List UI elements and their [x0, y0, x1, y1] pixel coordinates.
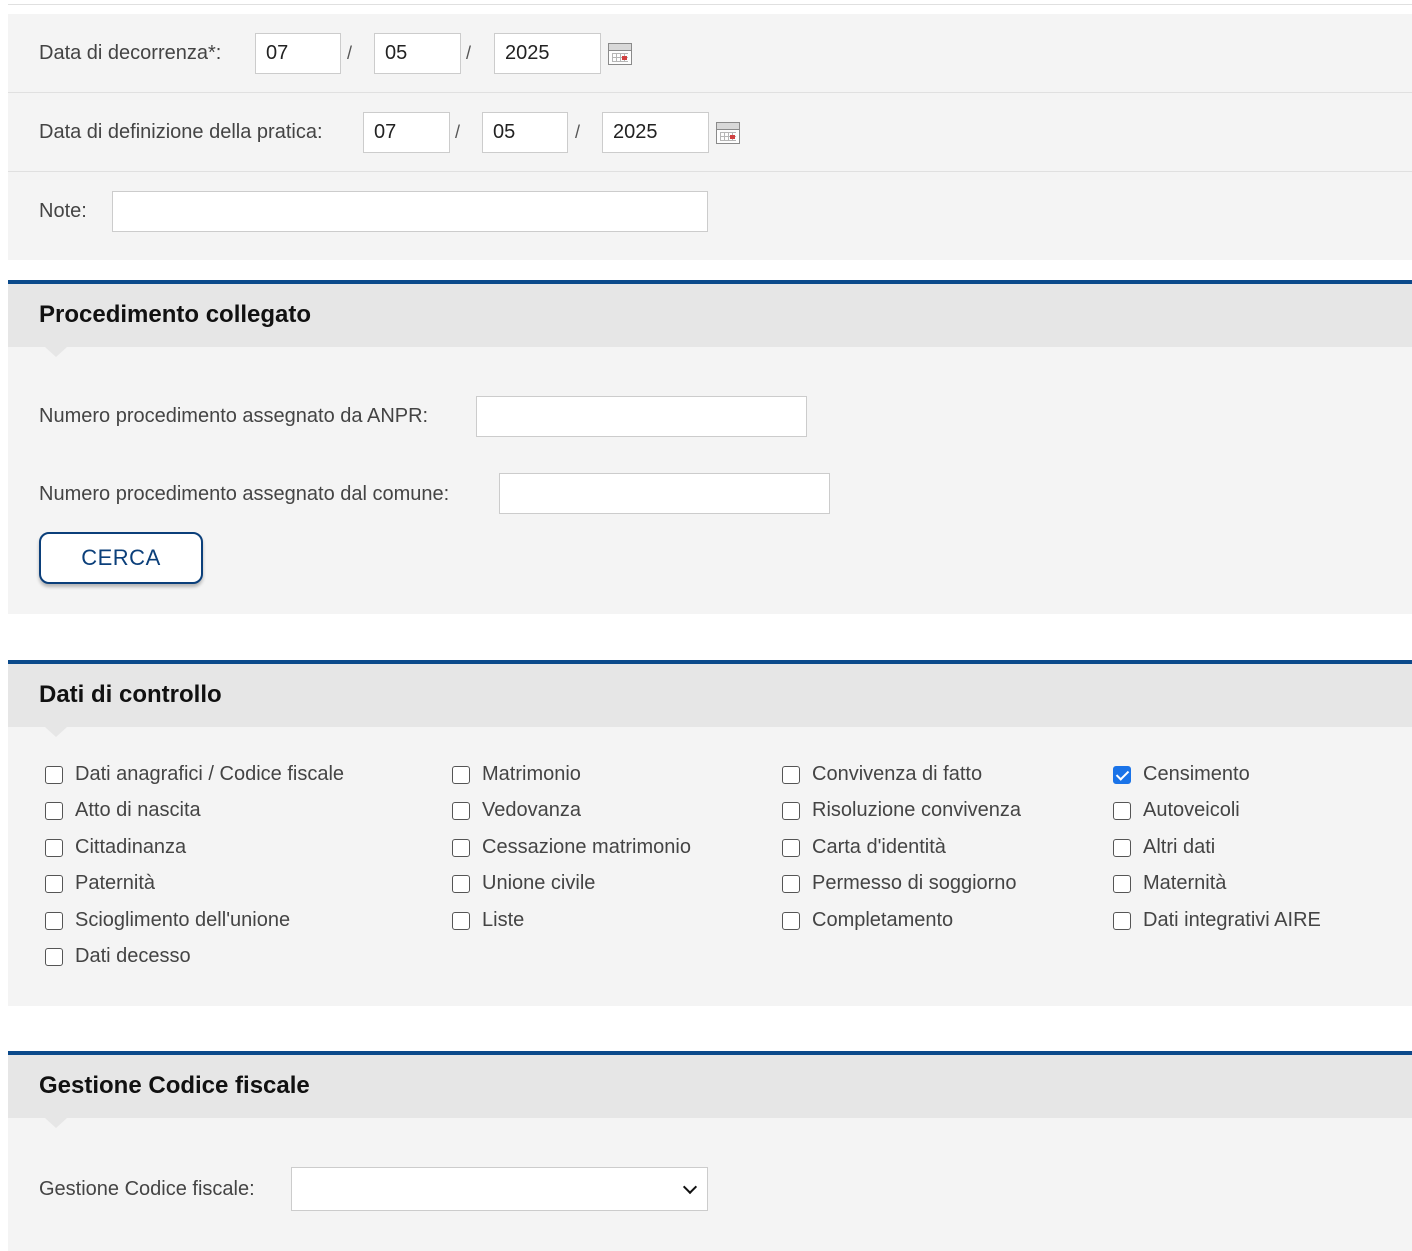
- decorrenza-month-input[interactable]: 05: [374, 33, 461, 74]
- checkbox[interactable]: [1113, 838, 1131, 857]
- checkbox-item[interactable]: Censimento: [1113, 763, 1250, 786]
- definizione-month-input[interactable]: 05: [482, 112, 568, 153]
- checkbox[interactable]: [782, 838, 800, 857]
- codice-fiscale-label: Gestione Codice fiscale:: [39, 1178, 255, 1200]
- row-divider: [8, 92, 1412, 93]
- checkbox-label: Convivenza di fatto: [812, 763, 983, 785]
- checkbox-item[interactable]: Vedovanza: [452, 799, 581, 822]
- checkbox[interactable]: [452, 765, 470, 784]
- decorrenza-label: Data di decorrenza*:: [39, 42, 222, 64]
- checkbox-label: Dati decesso: [75, 945, 191, 967]
- checkbox[interactable]: [45, 911, 63, 930]
- checkbox-item[interactable]: Carta d'identità: [782, 836, 946, 859]
- checkbox[interactable]: [452, 911, 470, 930]
- procedimento-header: Procedimento collegato: [8, 280, 1412, 347]
- checkbox[interactable]: [45, 838, 63, 857]
- row-divider: [8, 171, 1412, 172]
- checkbox-item[interactable]: Matrimonio: [452, 763, 581, 786]
- checkbox-item[interactable]: Dati anagrafici / Codice fiscale: [45, 763, 344, 786]
- checkbox-label: Completamento: [812, 909, 954, 931]
- anpr-number-input[interactable]: [476, 396, 807, 437]
- checkbox-label: Autoveicoli: [1143, 799, 1240, 821]
- checkbox-item[interactable]: Liste: [452, 909, 524, 932]
- definizione-day-input[interactable]: 07: [363, 112, 450, 153]
- checkbox-label: Liste: [482, 909, 525, 931]
- definizione-year-input[interactable]: 2025: [602, 112, 709, 153]
- checkbox-label: Vedovanza: [482, 799, 581, 821]
- header-notch: [45, 347, 67, 357]
- codice-fiscale-header: Gestione Codice fiscale: [8, 1051, 1412, 1118]
- checkbox-item[interactable]: Maternità: [1113, 872, 1226, 895]
- checkbox-item[interactable]: Altri dati: [1113, 836, 1215, 859]
- checkbox-label: Dati anagrafici / Codice fiscale: [75, 763, 345, 785]
- checkbox[interactable]: [782, 801, 800, 820]
- calendar-icon[interactable]: [716, 122, 740, 144]
- comune-number-input[interactable]: [499, 473, 830, 514]
- controllo-header: Dati di controllo: [8, 660, 1412, 727]
- note-label: Note:: [39, 200, 87, 222]
- definizione-label: Data di definizione della pratica:: [39, 121, 323, 143]
- note-input[interactable]: [112, 191, 708, 232]
- checkbox-label: Permesso di soggiorno: [812, 872, 1017, 894]
- checkbox-item[interactable]: Convivenza di fatto: [782, 763, 982, 786]
- checkbox[interactable]: [782, 911, 800, 930]
- checkbox[interactable]: [1113, 765, 1131, 784]
- checkbox[interactable]: [1113, 874, 1131, 893]
- checkbox[interactable]: [45, 874, 63, 893]
- checkbox-item[interactable]: Dati decesso: [45, 945, 191, 968]
- chevron-down-icon: [682, 1179, 698, 1195]
- checkbox-label: Unione civile: [482, 872, 596, 894]
- checkbox-item[interactable]: Risoluzione convivenza: [782, 799, 1021, 822]
- checkbox-item[interactable]: Completamento: [782, 909, 953, 932]
- checkbox-item[interactable]: Dati integrativi AIRE: [1113, 909, 1321, 932]
- checkbox[interactable]: [45, 947, 63, 966]
- comune-label: Numero procedimento assegnato dal comune…: [39, 483, 450, 505]
- section-title: Gestione Codice fiscale: [39, 1072, 310, 1099]
- section-title: Procedimento collegato: [39, 301, 312, 328]
- checkbox-label: Carta d'identità: [812, 836, 946, 858]
- date-separator: /: [455, 122, 461, 142]
- checkbox[interactable]: [452, 801, 470, 820]
- checkbox[interactable]: [782, 765, 800, 784]
- checkbox-item[interactable]: Permesso di soggiorno: [782, 872, 1017, 895]
- checkbox[interactable]: [45, 765, 63, 784]
- checkbox-label: Maternità: [1143, 872, 1227, 894]
- checkbox-label: Atto di nascita: [75, 799, 201, 821]
- checkbox[interactable]: [1113, 801, 1131, 820]
- header-notch: [45, 727, 67, 737]
- header-notch: [45, 1118, 67, 1128]
- date-separator: /: [347, 43, 353, 63]
- top-divider: [8, 4, 1412, 5]
- checkbox-item[interactable]: Scioglimento dell'unione: [45, 909, 290, 932]
- checkbox-item[interactable]: Unione civile: [452, 872, 595, 895]
- checkbox-label: Altri dati: [1143, 836, 1216, 858]
- checkbox-label: Dati integrativi AIRE: [1143, 909, 1321, 931]
- checkbox-label: Paternità: [75, 872, 156, 894]
- checkbox-label: Censimento: [1143, 763, 1250, 785]
- decorrenza-day-input[interactable]: 07: [255, 33, 341, 74]
- checkbox-item[interactable]: Atto di nascita: [45, 799, 201, 822]
- checkbox-item[interactable]: Autoveicoli: [1113, 799, 1240, 822]
- checkbox-label: Cittadinanza: [75, 836, 187, 858]
- checkbox-item[interactable]: Cittadinanza: [45, 836, 186, 859]
- calendar-icon[interactable]: [608, 43, 632, 65]
- checkbox[interactable]: [1113, 911, 1131, 930]
- checkbox-label: Cessazione matrimonio: [482, 836, 691, 858]
- checkbox-label: Matrimonio: [482, 763, 581, 785]
- checkbox[interactable]: [45, 801, 63, 820]
- date-separator: /: [466, 43, 472, 63]
- checkbox-label: Scioglimento dell'unione: [75, 909, 291, 931]
- anpr-label: Numero procedimento assegnato da ANPR:: [39, 405, 429, 427]
- decorrenza-year-input[interactable]: 2025: [494, 33, 601, 74]
- checkbox[interactable]: [452, 838, 470, 857]
- checkbox[interactable]: [452, 874, 470, 893]
- search-button[interactable]: CERCA: [39, 532, 203, 584]
- checkbox-item[interactable]: Paternità: [45, 872, 155, 895]
- codice-fiscale-select[interactable]: [291, 1167, 708, 1211]
- checkbox-item[interactable]: Cessazione matrimonio: [452, 836, 691, 859]
- date-separator: /: [575, 122, 581, 142]
- section-title: Dati di controllo: [39, 681, 222, 708]
- checkbox[interactable]: [782, 874, 800, 893]
- checkbox-label: Risoluzione convivenza: [812, 799, 1022, 821]
